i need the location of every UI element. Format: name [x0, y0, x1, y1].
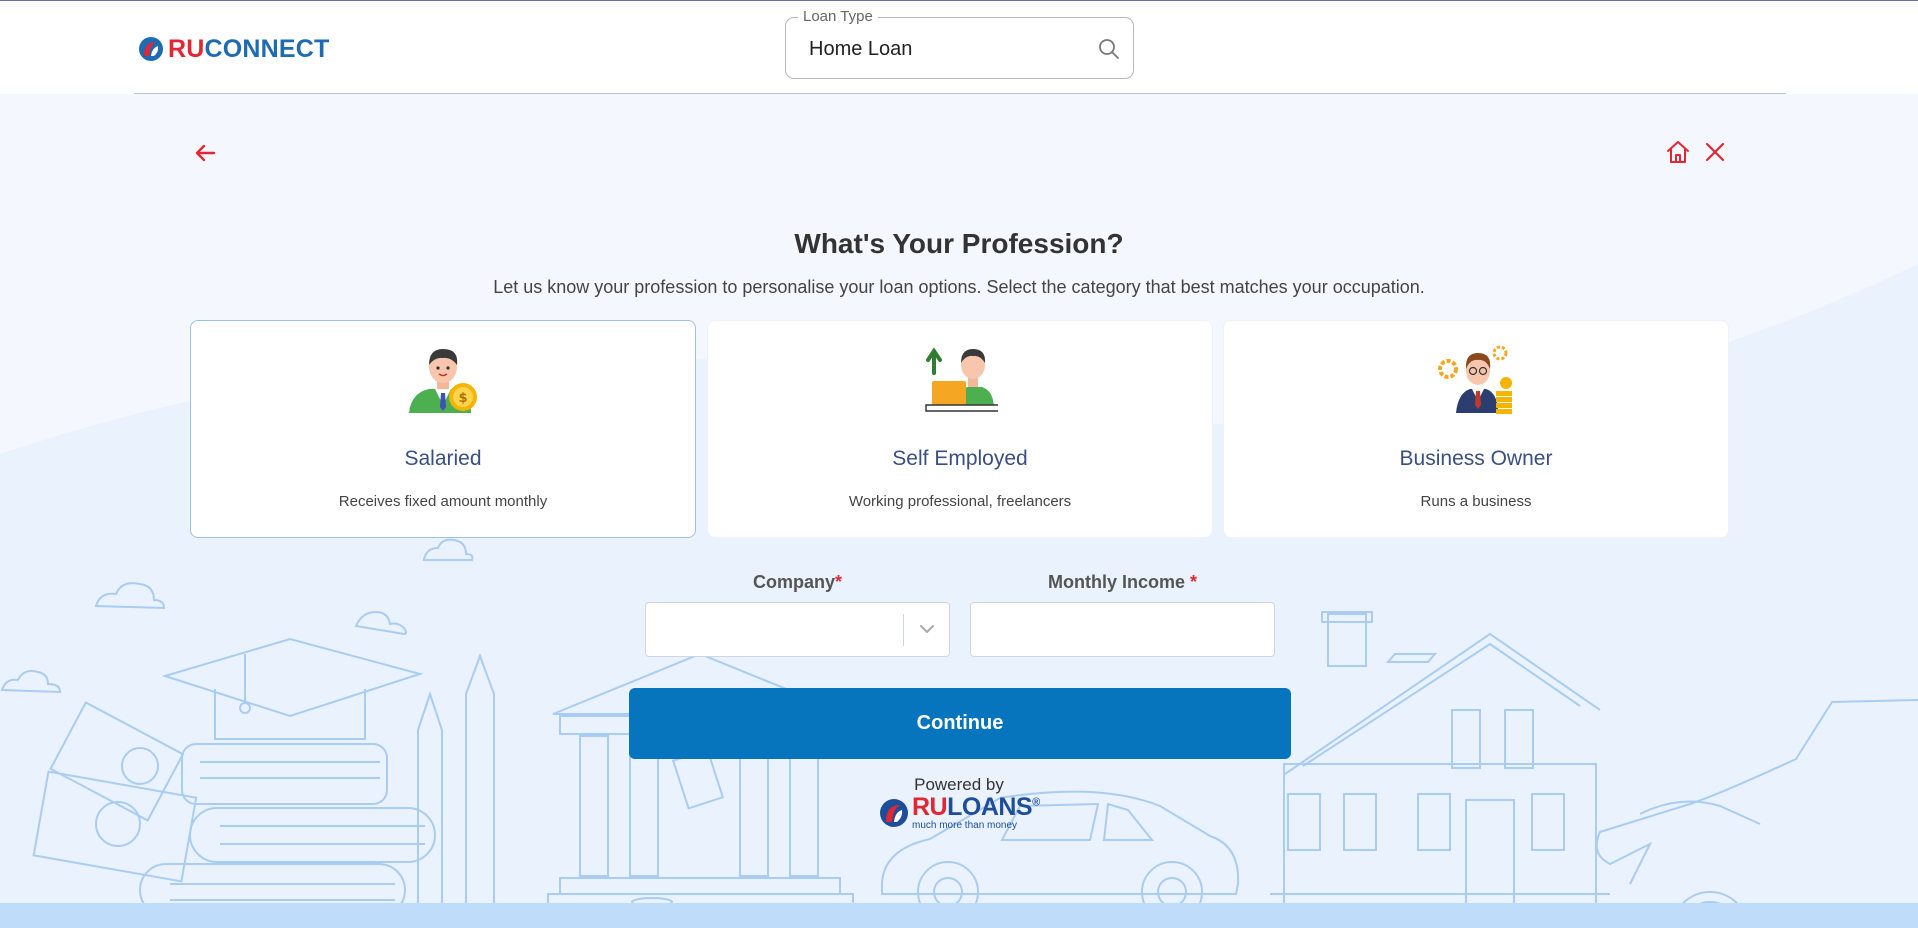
monthly-income-input[interactable]	[970, 602, 1275, 657]
ruloans-logo-mark-icon	[880, 799, 908, 827]
loan-type-value: Home Loan	[809, 38, 913, 60]
profession-card-salaried[interactable]: $ Salaried Receives fixed amount monthly	[190, 320, 696, 538]
continue-button[interactable]: Continue	[629, 688, 1291, 759]
header: RUCONNECT Loan Type Home Loan	[0, 1, 1918, 94]
powered-by-label: Powered by	[914, 775, 1004, 794]
profession-name: Salaried	[404, 447, 482, 470]
ruloans-logo: RULOANS® much more than money	[879, 795, 1040, 831]
ruconnect-logo-mark-icon	[139, 37, 163, 61]
select-separator	[903, 614, 904, 646]
profession-name: Self Employed	[892, 447, 1028, 470]
salaried-person-icon: $	[409, 349, 477, 413]
bottom-band	[0, 903, 1918, 928]
search-icon[interactable]	[1097, 37, 1121, 61]
self-employed-laptop-icon	[925, 347, 998, 412]
page-subtitle: Let us know your profession to personali…	[493, 277, 1425, 297]
arrow-left-icon[interactable]	[192, 140, 218, 166]
required-mark: *	[1190, 572, 1198, 592]
ruloans-logo-text: RULOANS®	[912, 793, 1040, 821]
company-label: Company*	[752, 572, 843, 592]
required-mark: *	[835, 572, 843, 592]
profession-card-self-employed[interactable]: Self Employed Working professional, free…	[707, 320, 1213, 538]
loan-type-label: Loan Type	[798, 8, 878, 25]
profession-description: Receives fixed amount monthly	[338, 493, 548, 510]
profession-card-business-owner[interactable]: Business Owner Runs a business	[1223, 320, 1729, 538]
close-icon[interactable]	[1703, 140, 1727, 164]
ruconnect-logo[interactable]: RUCONNECT	[138, 32, 330, 66]
company-select[interactable]	[645, 602, 950, 657]
header-divider	[134, 93, 1786, 94]
monthly-income-label: Monthly Income *	[1047, 572, 1198, 592]
profession-description: Runs a business	[1420, 493, 1532, 510]
ruloans-tagline: much more than money	[912, 820, 1018, 831]
ruconnect-logo-text: RUCONNECT	[168, 34, 330, 63]
chevron-down-icon[interactable]	[917, 619, 937, 639]
home-icon[interactable]	[1665, 139, 1691, 165]
profession-description: Working professional, freelancers	[848, 493, 1072, 510]
profession-name: Business Owner	[1399, 447, 1553, 470]
loan-type-field[interactable]: Loan Type Home Loan	[785, 8, 1134, 79]
page-title: What's Your Profession?	[794, 228, 1124, 259]
business-owner-coins-icon	[1438, 345, 1512, 414]
svg-text:$: $	[458, 391, 467, 406]
